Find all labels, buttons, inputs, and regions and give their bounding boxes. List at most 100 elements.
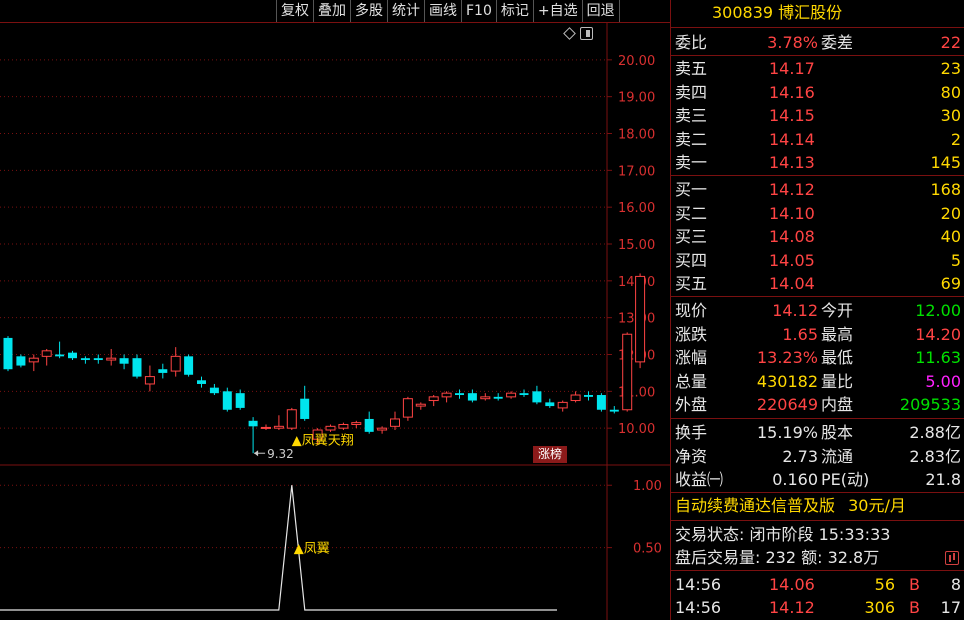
candle-body: [596, 395, 606, 410]
fundamental-value: 2.88亿: [909, 423, 961, 442]
candle-body: [455, 393, 464, 396]
tick-row[interactable]: 14:56 14.06 56 B 8: [671, 573, 964, 596]
fundamental-row: 收益㈠ 0.160 PE(动) 21.8: [671, 468, 964, 491]
y-tick-label: 20.00: [618, 54, 655, 69]
asks-row[interactable]: 卖一 14.13 145: [671, 151, 964, 174]
toolbar-button-6[interactable]: 标记: [495, 0, 533, 22]
candle-body: [16, 356, 26, 366]
y-tick-label: 17.00: [618, 164, 655, 179]
weicha-value: 22: [940, 33, 961, 52]
candle-body: [132, 358, 142, 377]
asks-volume: 2: [950, 129, 961, 149]
candle-body: [209, 387, 219, 394]
stat-row: 涨跌 1.65 最高 14.20: [671, 323, 964, 346]
y-tick-label: 19.00: [618, 91, 655, 106]
bids-label: 买四: [675, 250, 708, 270]
bids-volume: 168: [930, 180, 961, 199]
tick-time: 14:56: [675, 598, 722, 617]
candle-body: [377, 427, 388, 431]
zhangbang-badge[interactable]: 涨榜: [533, 446, 567, 463]
asks-label: 卖三: [675, 106, 708, 125]
fundamental-label: 换手: [675, 423, 708, 442]
candle-body: [415, 403, 426, 407]
candle-body: [390, 418, 400, 427]
toolbar-button-1[interactable]: 叠加: [313, 0, 350, 22]
stock-title: 300839 博汇股份: [671, 0, 964, 26]
asks-volume: 23: [940, 59, 961, 78]
bids-row[interactable]: 买二 14.10 20: [671, 202, 964, 225]
y-tick-label: 10.00: [618, 422, 655, 437]
stock-name: 博汇股份: [778, 3, 843, 22]
trade-status-row: 交易状态: 闭市阶段 15:33:33: [671, 523, 964, 546]
panel-toggle-icon[interactable]: [580, 27, 593, 40]
candle-body: [467, 393, 477, 401]
after-hours: 盘后交易量: 232 额: 32.8万: [675, 548, 880, 567]
ad-text: 自动续费通达信普及版: [675, 496, 836, 515]
tick-price: 14.06: [769, 575, 815, 594]
chart-toolbar: 复权 叠加 多股 统计 画线 F10 标记 +自选 回退: [276, 0, 620, 22]
subscription-ad[interactable]: 自动续费通达信普及版 30元/月: [671, 493, 964, 519]
tick-row[interactable]: 14:56 14.12 306 B 17: [671, 596, 964, 619]
bids-row[interactable]: 买一 14.12 168: [671, 178, 964, 201]
asks-label: 卖一: [675, 153, 708, 172]
asks-row[interactable]: 卖五 14.17 23: [671, 57, 964, 80]
stat-label: 最高: [821, 324, 854, 344]
candle-body: [635, 275, 646, 363]
candle-body: [93, 358, 103, 361]
toolbar-button-7[interactable]: +自选: [532, 0, 582, 22]
tick-volume: 306: [864, 598, 895, 617]
stat-value: 209533: [899, 395, 961, 415]
diamond-icon[interactable]: [563, 27, 576, 40]
bids-volume: 20: [940, 203, 961, 223]
asks-row[interactable]: 卖三 14.15 30: [671, 104, 964, 127]
fundamental-row: 净资 2.73 流通 2.83亿: [671, 445, 964, 468]
asks-price: 14.13: [769, 153, 815, 172]
candle-body: [248, 420, 258, 427]
toolbar-button-2[interactable]: 多股: [350, 0, 387, 22]
candle-body: [261, 426, 271, 429]
stat-value: 12.00: [915, 301, 961, 320]
signal-label: ▲凤翼天翔: [292, 434, 354, 449]
toolbar-button-8[interactable]: 回退: [581, 0, 620, 22]
bids-price: 14.08: [769, 227, 815, 246]
bids-price: 14.10: [769, 203, 815, 223]
stat-value: 11.63: [915, 348, 961, 368]
bids-row[interactable]: 买三 14.08 40: [671, 225, 964, 248]
fundamental-label: 收益㈠: [675, 470, 724, 489]
bids-volume: 40: [940, 227, 961, 246]
asks-row[interactable]: 卖二 14.14 2: [671, 128, 964, 151]
toolbar-button-0[interactable]: 复权: [276, 0, 313, 22]
asks-price: 14.15: [769, 106, 815, 125]
asks-volume: 145: [930, 153, 961, 172]
low-marker-label: 9.32: [267, 447, 294, 461]
stat-value: 1.65: [782, 324, 818, 344]
candle-body: [28, 357, 39, 363]
candle-body: [609, 409, 619, 412]
fundamental-label: 股本: [821, 423, 854, 442]
toolbar-button-4[interactable]: 画线: [424, 0, 461, 22]
stat-label: 外盘: [675, 395, 708, 415]
y-tick-label: 15.00: [618, 238, 655, 253]
bids-volume: 69: [940, 274, 961, 293]
bids-volume: 5: [950, 250, 961, 270]
candle-body: [158, 369, 168, 373]
fundamental-row: 换手 15.19% 股本 2.88亿: [671, 421, 964, 444]
toolbar-button-5[interactable]: F10: [461, 0, 496, 22]
candle-body: [286, 409, 297, 429]
y-tick-label: 16.00: [618, 201, 655, 216]
chart-icon[interactable]: [945, 551, 959, 565]
kline-chart[interactable]: 20.0019.0018.0017.0016.0015.0014.0013.00…: [0, 23, 670, 620]
toolbar-button-3[interactable]: 统计: [387, 0, 424, 22]
weicha-label: 委差: [821, 33, 854, 52]
bids-price: 14.04: [769, 274, 815, 293]
bids-row[interactable]: 买五 14.04 69: [671, 272, 964, 295]
candle-body: [55, 354, 65, 357]
asks-row[interactable]: 卖四 14.16 80: [671, 81, 964, 104]
ad-price: 30元/月: [848, 496, 906, 515]
asks-label: 卖五: [675, 59, 708, 78]
candle-body: [338, 423, 349, 429]
sub-y-tick-label: 0.50: [633, 542, 662, 557]
bids-row[interactable]: 买四 14.05 5: [671, 249, 964, 272]
candle-body: [480, 396, 491, 400]
candle-body: [570, 394, 581, 402]
